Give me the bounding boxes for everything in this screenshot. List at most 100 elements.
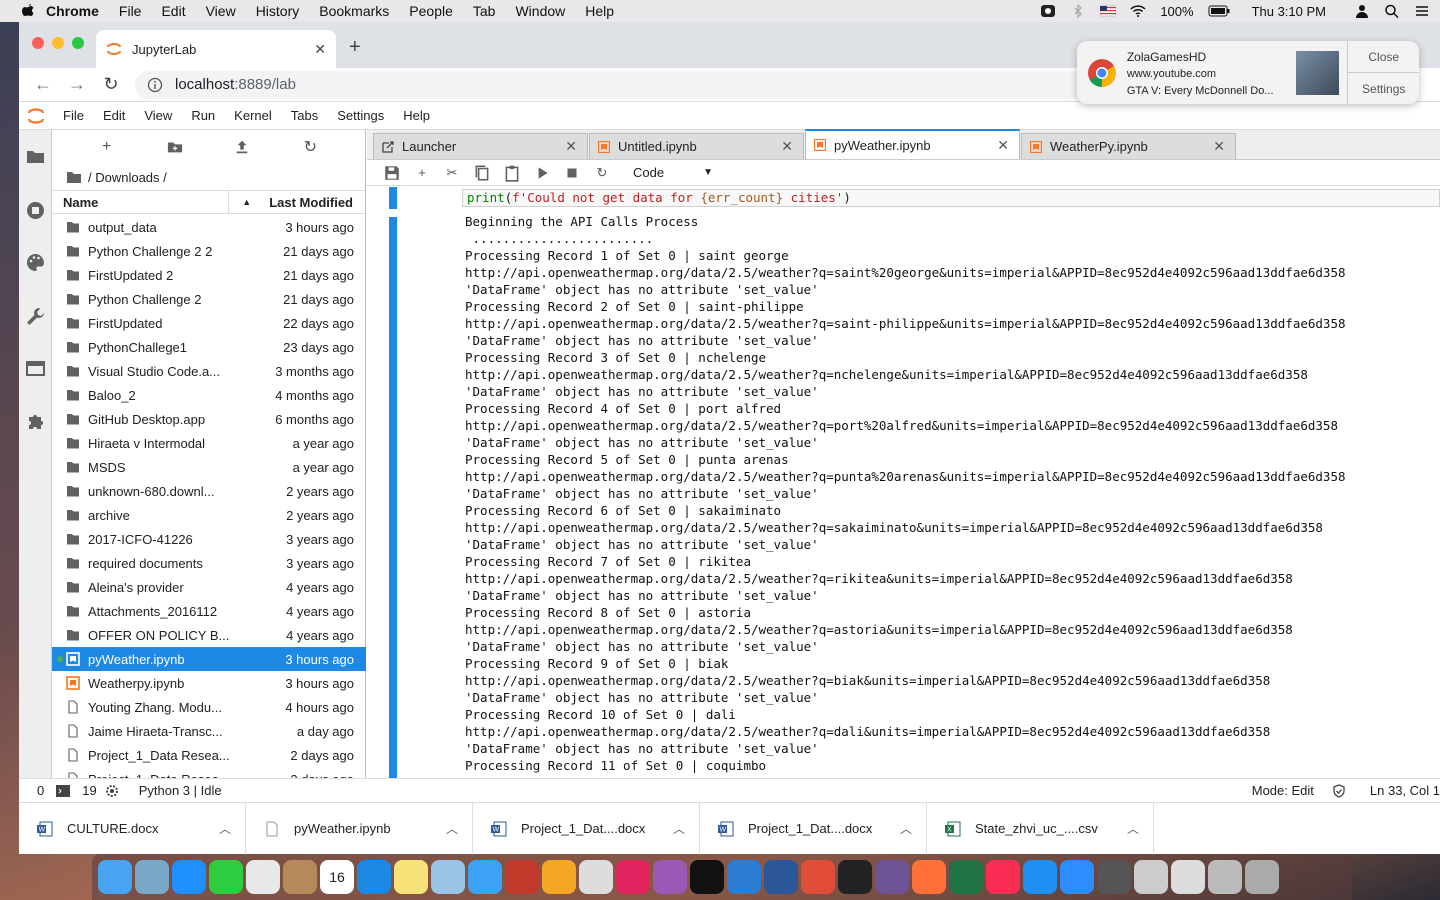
close-tab-icon[interactable]: ✕ bbox=[314, 41, 326, 58]
spotlight-search-icon[interactable] bbox=[1384, 4, 1400, 18]
file-row[interactable]: Visual Studio Code.a... 3 months ago bbox=[52, 359, 366, 383]
file-row[interactable]: PythonChallege1 23 days ago bbox=[52, 335, 366, 359]
photo-booth-icon[interactable] bbox=[505, 860, 539, 894]
document-tab[interactable]: Untitled.ipynb ✕ bbox=[589, 133, 804, 159]
file-row[interactable]: required documents 3 years ago bbox=[52, 551, 366, 575]
file-row[interactable]: unknown-680.downl... 2 years ago bbox=[52, 479, 366, 503]
file-row[interactable]: pyWeather.ipynb 3 hours ago bbox=[52, 647, 366, 671]
news-icon[interactable] bbox=[616, 860, 650, 894]
jupyter-menu-kernel[interactable]: Kernel bbox=[234, 108, 272, 123]
notification-settings-button[interactable]: Settings bbox=[1348, 72, 1419, 104]
music-icon[interactable] bbox=[986, 860, 1020, 894]
file-row[interactable]: Project_1_Data Resea...2 days ago bbox=[52, 767, 366, 778]
chevron-up-icon[interactable]: ︿ bbox=[673, 820, 685, 837]
close-tab-icon[interactable]: ✕ bbox=[997, 137, 1009, 154]
xcode-icon[interactable] bbox=[1023, 860, 1057, 894]
menubar-app-chrome[interactable]: Chrome bbox=[46, 3, 99, 19]
restart-kernel-icon[interactable]: ↻ bbox=[593, 164, 611, 182]
file-browser-icon[interactable] bbox=[25, 146, 46, 167]
file-row[interactable]: Attachments_2016112 4 years ago bbox=[52, 599, 366, 623]
notification-close-button[interactable]: Close bbox=[1348, 41, 1419, 72]
menubar-file[interactable]: File bbox=[119, 3, 142, 19]
cut-icon[interactable]: ✂ bbox=[443, 164, 461, 182]
mail-icon[interactable] bbox=[801, 860, 835, 894]
jupyter-menu-edit[interactable]: Edit bbox=[103, 108, 125, 123]
site-info-icon[interactable] bbox=[147, 77, 163, 93]
window-thumb-1-icon[interactable] bbox=[1097, 860, 1131, 894]
jupyter-menu-run[interactable]: Run bbox=[191, 108, 215, 123]
file-row[interactable]: Jaime Hiraeta-Transc... a day ago bbox=[52, 719, 366, 743]
output-collapser[interactable] bbox=[389, 217, 397, 778]
finder-icon[interactable] bbox=[98, 860, 132, 894]
file-row[interactable]: Python Challenge 2 2 21 days ago bbox=[52, 239, 366, 263]
wrench-icon[interactable] bbox=[25, 306, 46, 327]
back-icon[interactable]: ← bbox=[33, 74, 53, 95]
control-center-icon[interactable] bbox=[1414, 4, 1430, 18]
no-entry-icon[interactable] bbox=[579, 860, 613, 894]
sort-by-name-header[interactable]: Name bbox=[52, 191, 229, 213]
zoom-icon[interactable] bbox=[1060, 860, 1094, 894]
kernels-count[interactable]: 19 bbox=[82, 783, 96, 798]
wifi-icon[interactable] bbox=[1130, 4, 1146, 18]
menubar-people[interactable]: People bbox=[409, 3, 453, 19]
file-row[interactable]: Weatherpy.ipynb 3 hours ago bbox=[52, 671, 366, 695]
menubar-window[interactable]: Window bbox=[515, 3, 565, 19]
palette-icon[interactable] bbox=[25, 252, 46, 273]
menubar-clock[interactable]: Thu 3:10 PM bbox=[1252, 4, 1326, 19]
upload-icon[interactable] bbox=[234, 139, 250, 155]
refresh-icon[interactable]: ↻ bbox=[301, 138, 319, 156]
tabs-panel-icon[interactable] bbox=[25, 358, 46, 379]
sort-by-modified-header[interactable]: ▲ Last Modified bbox=[229, 195, 365, 210]
battery-icon[interactable] bbox=[1208, 4, 1230, 18]
menubar-view[interactable]: View bbox=[206, 3, 236, 19]
notes-books-icon[interactable] bbox=[283, 860, 317, 894]
facetime-icon[interactable] bbox=[209, 860, 243, 894]
window-thumb-3-icon[interactable] bbox=[1171, 860, 1205, 894]
jupyter-menu-file[interactable]: File bbox=[63, 108, 84, 123]
download-item[interactable]: W Project_1_Dat....docx ︿ bbox=[700, 802, 927, 855]
insert-cell-icon[interactable]: + bbox=[413, 164, 431, 182]
chevron-up-icon[interactable]: ︿ bbox=[219, 820, 231, 837]
app-store-icon[interactable] bbox=[357, 860, 391, 894]
file-row[interactable]: Youting Zhang. Modu... 4 hours ago bbox=[52, 695, 366, 719]
terminals-count[interactable]: 0 bbox=[37, 783, 44, 798]
download-item[interactable]: W CULTURE.docx ︿ bbox=[19, 802, 246, 855]
chrome-icon[interactable] bbox=[246, 860, 280, 894]
code-cell-editor[interactable]: print(f'Could not get data for {err_coun… bbox=[462, 189, 1440, 207]
chevron-up-icon[interactable]: ︿ bbox=[446, 820, 458, 837]
save-icon[interactable] bbox=[383, 164, 401, 182]
kernel-status[interactable]: Python 3 | Idle bbox=[139, 783, 222, 798]
messages-icon[interactable] bbox=[468, 860, 502, 894]
reload-icon[interactable]: ↻ bbox=[101, 74, 121, 95]
breadcrumb-path[interactable]: / Downloads / bbox=[88, 170, 167, 185]
file-row[interactable]: FirstUpdated 2 21 days ago bbox=[52, 263, 366, 287]
running-sessions-icon[interactable] bbox=[25, 200, 46, 221]
document-tab[interactable]: Launcher ✕ bbox=[373, 133, 588, 159]
notes-icon[interactable] bbox=[394, 860, 428, 894]
trusted-shield-icon[interactable] bbox=[1332, 783, 1346, 798]
close-tab-icon[interactable]: ✕ bbox=[1213, 138, 1225, 155]
jupyter-menu-tabs[interactable]: Tabs bbox=[291, 108, 318, 123]
github-icon[interactable] bbox=[875, 860, 909, 894]
trash-icon[interactable] bbox=[1245, 860, 1279, 894]
menubar-history[interactable]: History bbox=[256, 3, 300, 19]
chrome-notification[interactable]: ZolaGamesHD www.youtube.com GTA V: Every… bbox=[1077, 41, 1419, 104]
folder-home-icon[interactable] bbox=[66, 171, 82, 184]
apple-icon[interactable] bbox=[20, 3, 36, 19]
word-icon[interactable] bbox=[764, 860, 798, 894]
file-row[interactable]: 2017-ICFO-41226 3 years ago bbox=[52, 527, 366, 551]
file-row[interactable]: MSDS a year ago bbox=[52, 455, 366, 479]
extensions-icon[interactable] bbox=[25, 411, 46, 432]
menubar-bookmarks[interactable]: Bookmarks bbox=[319, 3, 389, 19]
vscode-icon[interactable] bbox=[727, 860, 761, 894]
menubar-edit[interactable]: Edit bbox=[161, 3, 185, 19]
new-launcher-icon[interactable]: + bbox=[98, 138, 116, 156]
file-row[interactable]: archive 2 years ago bbox=[52, 503, 366, 527]
new-folder-icon[interactable] bbox=[167, 139, 183, 155]
chevron-up-icon[interactable]: ︿ bbox=[1127, 820, 1139, 837]
file-row[interactable]: OFFER ON POLICY B... 4 years ago bbox=[52, 623, 366, 647]
minimize-window-button[interactable] bbox=[52, 37, 64, 49]
file-row[interactable]: Python Challenge 2 21 days ago bbox=[52, 287, 366, 311]
download-item[interactable]: X State_zhvi_uc_....csv ︿ bbox=[927, 802, 1154, 855]
file-row[interactable]: Project_1_Data Resea...2 days ago bbox=[52, 743, 366, 767]
